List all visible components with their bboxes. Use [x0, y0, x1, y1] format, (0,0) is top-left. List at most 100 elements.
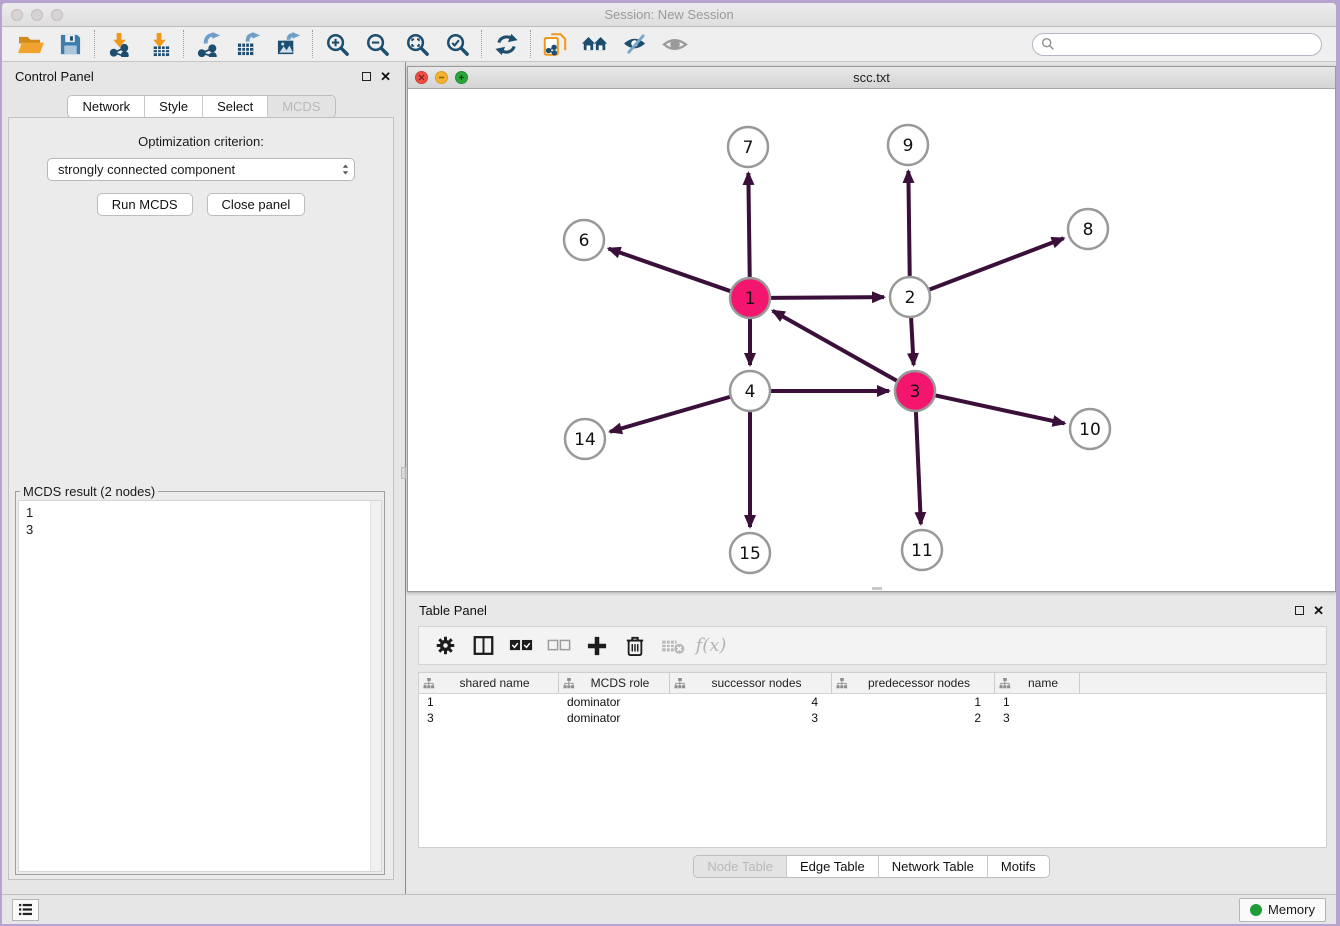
edge-2-9[interactable]: [908, 171, 909, 276]
search-input[interactable]: [1055, 37, 1313, 51]
tab-node-table[interactable]: Node Table: [694, 856, 787, 877]
table-header-row: shared nameMCDS rolesuccessor nodesprede…: [419, 673, 1326, 694]
network-canvas[interactable]: 7968124314101511: [408, 89, 1335, 591]
import-table-icon[interactable]: [139, 29, 179, 59]
table-cell[interactable]: 3: [419, 710, 559, 726]
edge-3-1[interactable]: [773, 311, 897, 381]
network-graph: 7968124314101511: [408, 89, 1335, 591]
task-history-button[interactable]: [12, 899, 39, 921]
column-type-icon: [563, 678, 575, 689]
window-minimize-button[interactable]: [31, 9, 43, 21]
column-type-icon: [999, 678, 1011, 689]
canvas-resize-grip[interactable]: [872, 587, 882, 590]
clear-checkboxes-icon[interactable]: [541, 631, 577, 661]
node-label-4: 4: [745, 382, 756, 402]
column-header-MCDS-role[interactable]: MCDS role: [559, 673, 670, 693]
float-panel-icon[interactable]: [362, 72, 371, 81]
network-close-button[interactable]: [415, 71, 428, 84]
search-box[interactable]: [1032, 33, 1322, 56]
mcds-result-list: 1 3: [19, 501, 370, 871]
tab-edge-table[interactable]: Edge Table: [787, 856, 879, 877]
table-cell[interactable]: 2: [832, 710, 995, 726]
column-header-shared-name[interactable]: shared name: [419, 673, 559, 693]
zoom-fit-icon[interactable]: [397, 29, 437, 59]
network-zoom-button[interactable]: [455, 71, 468, 84]
window-zoom-button[interactable]: [51, 9, 63, 21]
close-table-panel-icon[interactable]: ✕: [1313, 606, 1324, 615]
edge-3-11[interactable]: [916, 412, 921, 524]
table-cell[interactable]: 3: [670, 710, 832, 726]
table-cell[interactable]: 1: [419, 694, 559, 710]
apply-layout-icon[interactable]: [486, 29, 526, 59]
edge-4-14[interactable]: [610, 397, 730, 432]
tab-network-table[interactable]: Network Table: [879, 856, 988, 877]
delete-column-icon[interactable]: [617, 631, 653, 661]
node-label-6: 6: [579, 231, 590, 251]
table-cell[interactable]: 1: [995, 694, 1080, 710]
edge-2-3[interactable]: [911, 318, 914, 365]
clone-network-icon[interactable]: [535, 29, 575, 59]
application-window: Session: New Session: [2, 3, 1336, 924]
table-row[interactable]: 1dominator411: [419, 694, 1326, 710]
zoom-in-icon[interactable]: [317, 29, 357, 59]
float-table-panel-icon[interactable]: [1295, 606, 1304, 615]
import-network-icon[interactable]: [99, 29, 139, 59]
delete-table-icon: [655, 631, 691, 661]
add-column-icon[interactable]: [579, 631, 615, 661]
show-all-icon[interactable]: [655, 29, 695, 59]
control-panel-title: Control Panel: [15, 69, 362, 84]
result-scrollbar[interactable]: [370, 501, 381, 871]
table-row[interactable]: 3dominator323: [419, 710, 1326, 726]
table-cell[interactable]: 1: [832, 694, 995, 710]
run-mcds-button[interactable]: Run MCDS: [97, 193, 193, 216]
edge-1-7[interactable]: [748, 173, 749, 277]
split-columns-icon[interactable]: [465, 631, 501, 661]
close-panel-icon[interactable]: ✕: [380, 72, 391, 81]
first-neighbors-icon[interactable]: [575, 29, 615, 59]
tab-select[interactable]: Select: [203, 96, 268, 117]
optimization-criterion-select[interactable]: strongly connected component: [47, 158, 355, 181]
zoom-out-icon[interactable]: [357, 29, 397, 59]
save-session-icon[interactable]: [50, 29, 90, 59]
edge-3-10[interactable]: [936, 395, 1065, 423]
memory-status-icon: [1250, 904, 1262, 916]
memory-button[interactable]: Memory: [1239, 898, 1326, 922]
function-builder-icon: f(x): [693, 631, 729, 661]
table-cell[interactable]: dominator: [559, 694, 670, 710]
column-header-name[interactable]: name: [995, 673, 1080, 693]
open-session-icon[interactable]: [10, 29, 50, 59]
export-network-icon[interactable]: [188, 29, 228, 59]
export-table-icon[interactable]: [228, 29, 268, 59]
select-all-checkboxes-icon[interactable]: [503, 631, 539, 661]
table-toolbar: f(x): [418, 626, 1327, 665]
network-window-titlebar[interactable]: scc.txt: [408, 67, 1335, 89]
mcds-result-box: MCDS result (2 nodes) 1 3: [15, 491, 385, 875]
node-label-9: 9: [903, 136, 914, 156]
network-minimize-button[interactable]: [435, 71, 448, 84]
memory-label: Memory: [1268, 902, 1315, 917]
select-stepper-icon: [335, 163, 350, 176]
export-image-icon[interactable]: [268, 29, 308, 59]
tab-motifs[interactable]: Motifs: [988, 856, 1049, 877]
mcds-panel: Optimization criterion: strongly connect…: [8, 117, 394, 880]
close-panel-button[interactable]: Close panel: [207, 193, 306, 216]
edge-2-8[interactable]: [930, 238, 1064, 289]
table-tabs: Node TableEdge TableNetwork TableMotifs: [693, 855, 1049, 878]
search-icon: [1041, 37, 1055, 51]
hide-selection-icon[interactable]: [615, 29, 655, 59]
tab-mcds[interactable]: MCDS: [268, 96, 334, 117]
mcds-result-title: MCDS result (2 nodes): [20, 484, 158, 499]
window-close-button[interactable]: [11, 9, 23, 21]
table-cell[interactable]: 4: [670, 694, 832, 710]
table-cell[interactable]: 3: [995, 710, 1080, 726]
column-header-successor-nodes[interactable]: successor nodes: [670, 673, 832, 693]
node-table[interactable]: shared nameMCDS rolesuccessor nodesprede…: [418, 672, 1327, 848]
zoom-selected-icon[interactable]: [437, 29, 477, 59]
edge-1-6[interactable]: [609, 249, 731, 291]
tab-style[interactable]: Style: [145, 96, 203, 117]
tab-network[interactable]: Network: [68, 96, 145, 117]
gear-icon[interactable]: [427, 631, 463, 661]
column-header-predecessor-nodes[interactable]: predecessor nodes: [832, 673, 995, 693]
table-cell[interactable]: dominator: [559, 710, 670, 726]
edge-1-2[interactable]: [771, 297, 884, 298]
